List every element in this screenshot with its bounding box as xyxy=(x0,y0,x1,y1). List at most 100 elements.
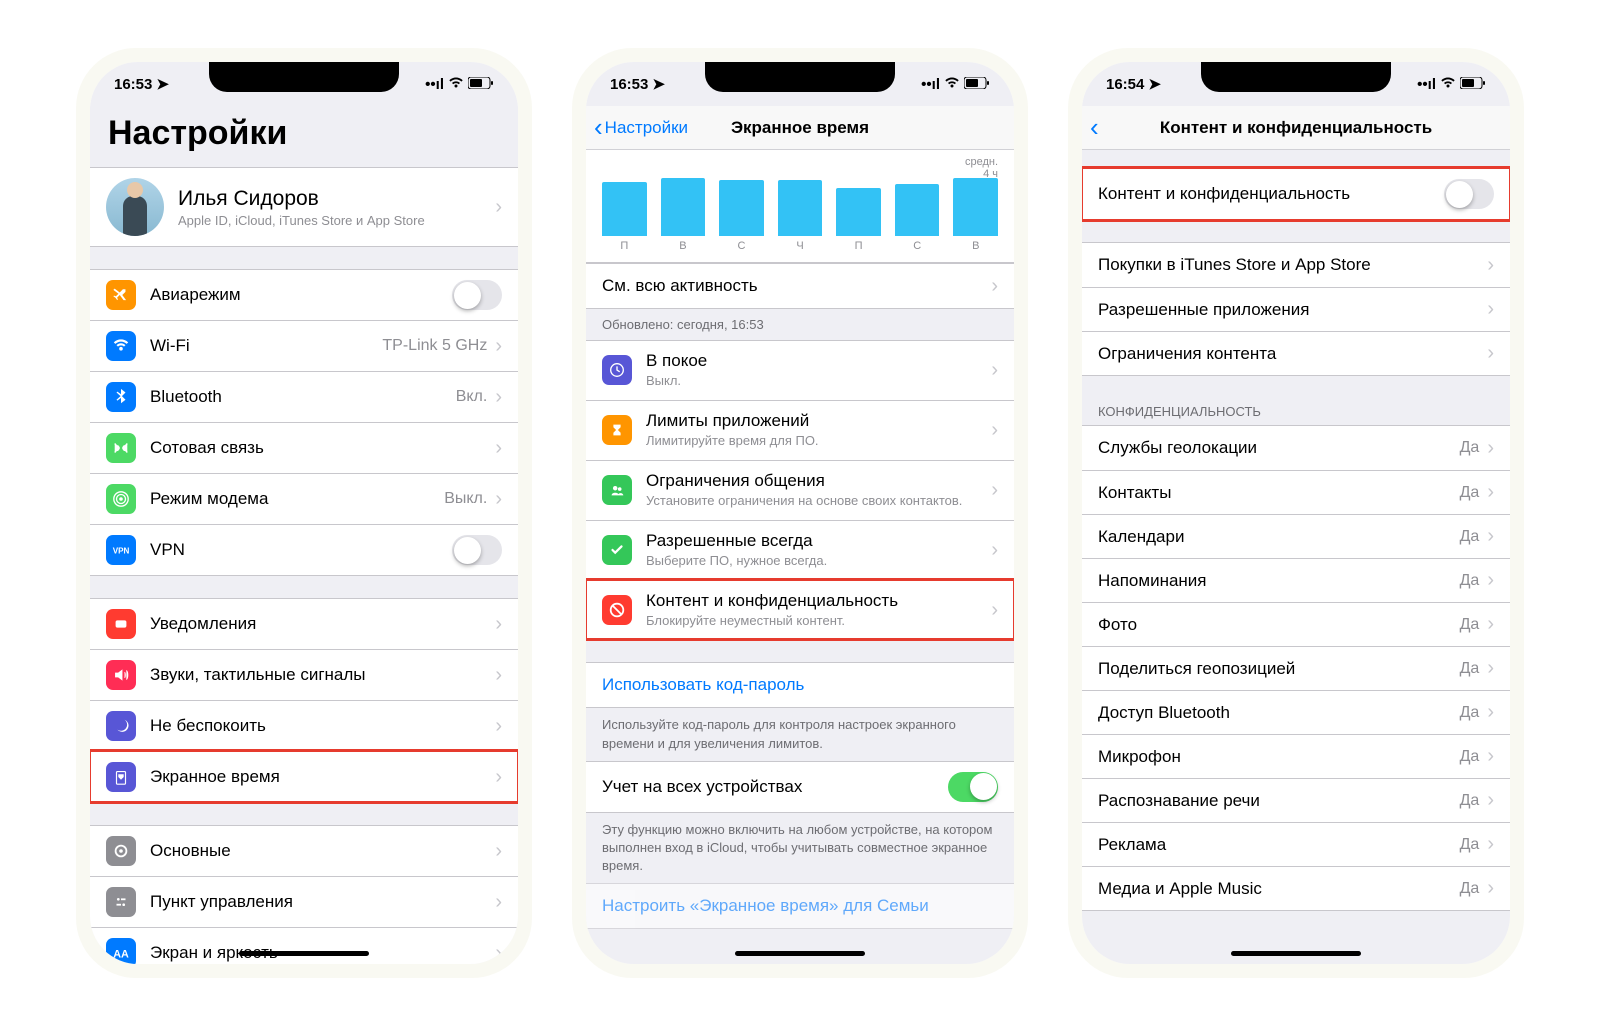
phone-screen: 16:53 ➤ ••ıl Настройки Илья Сидоров xyxy=(90,62,518,964)
home-indicator[interactable] xyxy=(1231,951,1361,956)
settings-row[interactable]: КонтактыДа› xyxy=(1082,470,1510,514)
use-passcode-row[interactable]: Использовать код-пароль xyxy=(586,663,1014,707)
settings-row[interactable]: Пункт управления› xyxy=(90,876,518,927)
settings-row[interactable]: Звуки, тактильные сигналы› xyxy=(90,649,518,700)
phone-2: 16:53 ➤ ••ıl ‹ Настройки Экранное время xyxy=(572,48,1028,978)
notch xyxy=(209,62,399,92)
svg-text:VPN: VPN xyxy=(113,547,130,556)
toggle-switch[interactable] xyxy=(1444,179,1494,209)
chevron-icon: › xyxy=(495,335,502,358)
back-button[interactable]: ‹ xyxy=(1090,112,1099,143)
row-label: Режим модема xyxy=(150,489,444,509)
settings-row[interactable]: ФотоДа› xyxy=(1082,602,1510,646)
back-button[interactable]: ‹ Настройки xyxy=(594,112,688,143)
screentime-options: В покоеВыкл.›Лимиты приложенийЛимитируйт… xyxy=(586,340,1014,640)
privacy-group: Службы геолокацииДа›КонтактыДа›Календари… xyxy=(1082,425,1510,911)
row-label: Bluetooth xyxy=(150,387,456,407)
page-title: Настройки xyxy=(108,114,500,153)
content-privacy-toggle-row[interactable]: Контент и конфиденциальность xyxy=(1082,169,1510,219)
chart-bar xyxy=(661,178,706,236)
row-value: Да xyxy=(1460,572,1480,590)
row-label: Уведомления xyxy=(150,614,495,634)
settings-row[interactable]: Не беспокоить› xyxy=(90,700,518,751)
location-icon: ➤ xyxy=(1148,75,1161,93)
settings-row[interactable]: Ограничения контента› xyxy=(1082,331,1510,375)
settings-row[interactable]: Лимиты приложенийЛимитируйте время для П… xyxy=(586,400,1014,460)
chevron-icon: › xyxy=(495,840,502,863)
chevron-icon: › xyxy=(991,599,998,622)
settings-row[interactable]: Авиарежим xyxy=(90,270,518,320)
status-time: 16:54 xyxy=(1106,76,1144,93)
row-label: Доступ Bluetooth xyxy=(1098,703,1460,723)
settings-row[interactable]: Медиа и Apple MusicДа› xyxy=(1082,866,1510,910)
row-label: Не беспокоить xyxy=(150,716,495,736)
settings-row[interactable]: VPNVPN xyxy=(90,524,518,575)
settings-row[interactable]: Wi-FiTP-Link 5 GHz› xyxy=(90,320,518,371)
settings-row[interactable]: МикрофонДа› xyxy=(1082,734,1510,778)
signal-icon: ••ıl xyxy=(1417,76,1436,93)
settings-row[interactable]: Экранное время› xyxy=(90,751,518,802)
connectivity-group: АвиарежимWi-FiTP-Link 5 GHz›BluetoothВкл… xyxy=(90,269,518,576)
share-footer: Эту функцию можно включить на любом устр… xyxy=(586,813,1014,884)
chevron-icon: › xyxy=(1487,437,1494,460)
toggle-switch[interactable] xyxy=(452,280,502,310)
chart-day-label: Ч xyxy=(778,240,823,252)
settings-row[interactable]: Поделиться геопозициейДа› xyxy=(1082,646,1510,690)
settings-row[interactable]: Разрешенные приложения› xyxy=(1082,287,1510,331)
settings-row[interactable]: РекламаДа› xyxy=(1082,822,1510,866)
notifications-group: Уведомления›Звуки, тактильные сигналы›Не… xyxy=(90,598,518,803)
chevron-icon: › xyxy=(1487,613,1494,636)
page-title: Контент и конфиденциальность xyxy=(1082,118,1510,138)
chevron-icon: › xyxy=(495,437,502,460)
row-label: Службы геолокации xyxy=(1098,438,1460,458)
profile-name: Илья Сидоров xyxy=(178,187,495,211)
profile-sub: Apple ID, iCloud, iTunes Store и App Sto… xyxy=(178,213,495,228)
settings-row[interactable]: Режим модемаВыкл.› xyxy=(90,473,518,524)
chevron-icon: › xyxy=(1487,789,1494,812)
row-label: Настроить «Экранное время» для Семьи xyxy=(602,896,998,916)
profile-row[interactable]: Илья Сидоров Apple ID, iCloud, iTunes St… xyxy=(90,168,518,246)
settings-row[interactable]: Разрешенные всегдаВыберите ПО, нужное вс… xyxy=(586,520,1014,580)
toggle-switch[interactable] xyxy=(452,535,502,565)
settings-row[interactable]: НапоминанияДа› xyxy=(1082,558,1510,602)
settings-row[interactable]: Ограничения общенияУстановите ограничени… xyxy=(586,460,1014,520)
row-subtitle: Выкл. xyxy=(646,373,681,390)
settings-row[interactable]: В покоеВыкл.› xyxy=(586,341,1014,400)
row-value: Вкл. xyxy=(456,388,488,406)
settings-row[interactable]: Основные› xyxy=(90,826,518,876)
settings-row[interactable]: Уведомления› xyxy=(90,599,518,649)
see-all-activity-row[interactable]: См. всю активность › xyxy=(586,264,1014,308)
settings-row[interactable]: BluetoothВкл.› xyxy=(90,371,518,422)
toggle-switch[interactable] xyxy=(948,772,998,802)
privacy-section-header: КОНФИДЕНЦИАЛЬНОСТЬ xyxy=(1082,398,1510,425)
row-label: Wi-Fi xyxy=(150,336,382,356)
row-value: Да xyxy=(1460,528,1480,546)
family-setup-row[interactable]: Настроить «Экранное время» для Семьи xyxy=(586,884,1014,928)
bluetooth-icon xyxy=(106,382,136,412)
settings-row[interactable]: Распознавание речиДа› xyxy=(1082,778,1510,822)
status-time: 16:53 xyxy=(114,76,152,93)
nav-bar: ‹ Настройки Экранное время xyxy=(586,106,1014,150)
row-value: Да xyxy=(1460,792,1480,810)
settings-row[interactable]: Доступ BluetoothДа› xyxy=(1082,690,1510,734)
row-label: Разрешенные приложения xyxy=(1098,300,1487,320)
home-indicator[interactable] xyxy=(239,951,369,956)
row-label: Микрофон xyxy=(1098,747,1460,767)
settings-row[interactable]: Контент и конфиденциальностьБлокируйте н… xyxy=(586,580,1014,640)
settings-row[interactable]: КалендариДа› xyxy=(1082,514,1510,558)
signal-icon: ••ıl xyxy=(425,76,444,93)
nav-bar: Настройки xyxy=(90,106,518,167)
avatar xyxy=(106,178,164,236)
svg-text:AA: AA xyxy=(113,949,129,961)
settings-row[interactable]: Службы геолокацииДа› xyxy=(1082,426,1510,470)
share-across-devices-row[interactable]: Учет на всех устройствах xyxy=(586,762,1014,812)
chart-bar xyxy=(719,180,764,236)
home-indicator[interactable] xyxy=(735,951,865,956)
chart-bar xyxy=(836,188,881,236)
settings-row[interactable]: AAЭкран и яркость› xyxy=(90,927,518,964)
settings-row[interactable]: Покупки в iTunes Store и App Store› xyxy=(1082,243,1510,287)
usage-chart[interactable]: средн. 4 ч ПВСЧПСВ xyxy=(586,150,1014,263)
notch xyxy=(705,62,895,92)
settings-row[interactable]: Сотовая связь› xyxy=(90,422,518,473)
row-label: Фото xyxy=(1098,615,1460,635)
